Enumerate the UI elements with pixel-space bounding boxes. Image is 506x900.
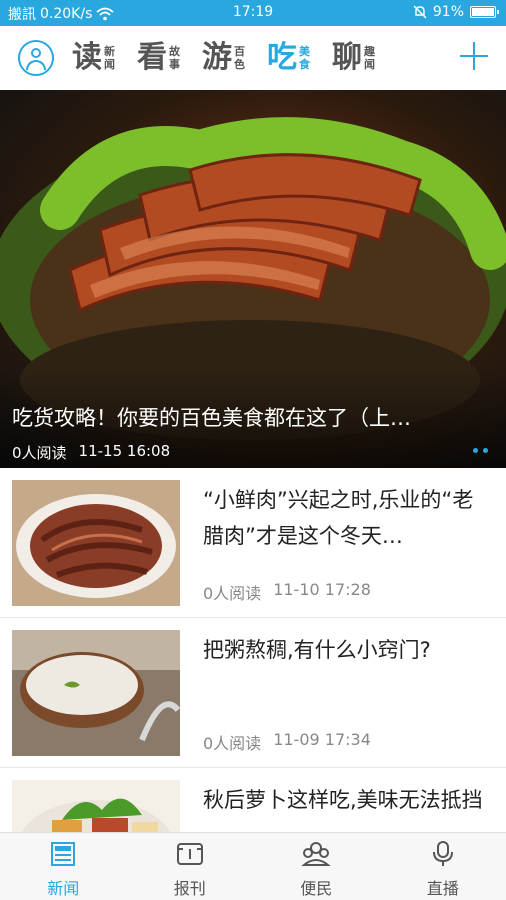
article-title[interactable]: 秋后萝卜这样吃,美味无法抵挡 xyxy=(203,782,493,818)
tab-chat-fun-sub1: 趣 xyxy=(364,45,375,58)
news-icon xyxy=(51,842,76,866)
status-bar: 搬訊 0.20K/s 17:19 91% xyxy=(0,0,506,26)
carousel-dot xyxy=(483,448,488,453)
newspaper-icon xyxy=(176,843,203,865)
nav-live-label: 直播 xyxy=(426,879,459,898)
clock: 17:19 xyxy=(232,4,274,20)
nav-newspaper[interactable]: 报刊 xyxy=(127,833,254,900)
hero-datetime: 11-15 16:08 xyxy=(78,442,171,460)
article-datetime: 11-10 17:28 xyxy=(273,580,371,599)
tab-chat-fun-big: 聊 xyxy=(332,40,362,75)
tab-eat-food-sub2: 食 xyxy=(299,58,310,71)
tab-tour-baise[interactable]: 游 百色 xyxy=(202,36,245,80)
article-meta: 0人阅读 11-10 17:28 xyxy=(203,580,371,604)
nav-news[interactable]: 新闻 xyxy=(0,833,127,900)
article-thumbnail xyxy=(12,630,180,756)
article-thumbnail xyxy=(12,480,180,606)
tab-read-news-big: 读 xyxy=(72,40,102,75)
tab-eat-food-big: 吃 xyxy=(267,40,297,75)
alarm-off-icon xyxy=(413,5,427,19)
tab-read-news-sub1: 新 xyxy=(104,45,115,58)
list-item[interactable]: 把粥熬稠,有什么小窍门? 0人阅读 11-09 17:34 xyxy=(0,618,506,768)
carousel-dot xyxy=(473,448,478,453)
article-title[interactable]: 把粥熬稠,有什么小窍门? xyxy=(203,632,493,668)
tab-watch-stories-sub2: 事 xyxy=(169,58,180,71)
article-title[interactable]: “小鲜肉”兴起之时,乐业的“老腊肉”才是这个冬天… xyxy=(203,482,493,554)
nav-newspaper-label: 报刊 xyxy=(173,879,206,898)
tab-tour-baise-big: 游 xyxy=(202,40,232,75)
nav-live[interactable]: 直播 xyxy=(380,833,506,900)
battery-percent: 91% xyxy=(432,4,464,20)
add-channel-icon[interactable] xyxy=(460,42,488,70)
tab-tour-baise-sub2: 色 xyxy=(234,58,245,71)
carousel-indicator xyxy=(473,448,488,453)
article-reads: 0人阅读 xyxy=(203,584,262,603)
nav-services-label: 便民 xyxy=(300,879,333,898)
tab-chat-fun[interactable]: 聊 趣闻 xyxy=(332,36,375,80)
microphone-icon xyxy=(432,841,453,866)
tab-watch-stories-big: 看 xyxy=(137,40,167,75)
tab-eat-food[interactable]: 吃 美食 xyxy=(267,36,310,80)
hero-title[interactable]: 吃货攻略！你要的百色美食都在这了（上… xyxy=(12,402,492,432)
article-datetime: 11-09 17:34 xyxy=(273,730,371,749)
tab-tour-baise-sub1: 百 xyxy=(234,45,245,58)
article-meta: 0人阅读 11-09 17:34 xyxy=(203,730,371,754)
channel-tabs: 读 新闻 看 故事 游 百色 吃 美食 聊 趣闻 xyxy=(72,36,375,80)
bottom-nav: 新闻 报刊 便民 直播 xyxy=(0,832,506,900)
article-reads: 0人阅读 xyxy=(203,734,262,753)
hero-banner[interactable]: 吃货攻略！你要的百色美食都在这了（上… 0人阅读 11-15 16:08 xyxy=(0,90,506,468)
tab-read-news[interactable]: 读 新闻 xyxy=(72,36,115,80)
tab-read-news-sub2: 闻 xyxy=(104,58,115,71)
tab-watch-stories-sub1: 故 xyxy=(169,45,180,58)
nav-services[interactable]: 便民 xyxy=(253,833,380,900)
hero-reads: 0人阅读 xyxy=(12,444,67,462)
tab-eat-food-sub1: 美 xyxy=(299,45,310,58)
list-item[interactable]: “小鲜肉”兴起之时,乐业的“老腊肉”才是这个冬天… 0人阅读 11-10 17:… xyxy=(0,468,506,618)
tab-chat-fun-sub2: 闻 xyxy=(364,58,375,71)
people-icon xyxy=(301,842,332,866)
top-header: 读 新闻 看 故事 游 百色 吃 美食 聊 趣闻 xyxy=(0,26,506,90)
nav-news-label: 新闻 xyxy=(47,879,80,898)
user-avatar-icon[interactable] xyxy=(18,40,54,76)
tab-watch-stories[interactable]: 看 故事 xyxy=(137,36,180,80)
hero-meta: 0人阅读 11-15 16:08 xyxy=(12,442,170,463)
battery-icon xyxy=(470,6,499,18)
